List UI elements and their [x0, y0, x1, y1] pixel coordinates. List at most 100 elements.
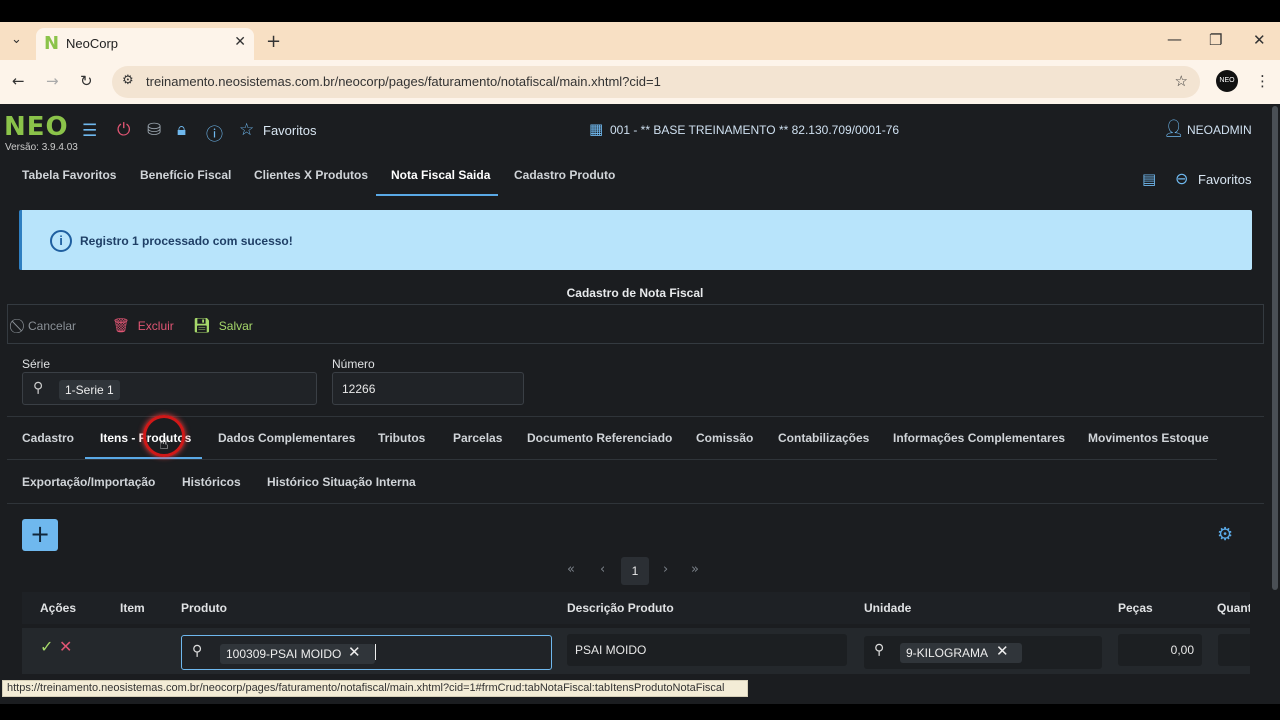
minimize-icon[interactable]: — [1167, 30, 1182, 48]
cancel-label: Cancelar [28, 319, 77, 333]
user-menu[interactable]: NEOADMIN [1187, 123, 1252, 137]
hamburger-menu-icon[interactable]: ☰ [82, 121, 97, 141]
form-tabs-row-divider [7, 459, 1217, 460]
current-page-button[interactable]: 1 [621, 557, 649, 585]
reload-icon[interactable]: ↻ [80, 72, 93, 90]
info-circle-icon: i [50, 230, 72, 252]
favorites-link[interactable]: Favoritos [263, 123, 316, 138]
produto-chip-text: 100309-PSAI MOIDO [226, 647, 342, 661]
neo-logo: NEO [4, 112, 69, 142]
form-tab-cadastro[interactable]: Cadastro [22, 431, 74, 445]
close-window-icon[interactable]: ✕ [1253, 31, 1266, 49]
numero-label: Número [332, 357, 375, 371]
form-tab-historico-situacao-interna[interactable]: Histórico Situação Interna [267, 475, 416, 489]
user-icon[interactable]: 👤︎ [1163, 119, 1185, 139]
page-tab-clientes-x-produtos[interactable]: Clientes X Produtos [254, 168, 368, 182]
info-icon[interactable]: ⓘ [206, 120, 223, 145]
trash-icon: 🗑︎ [112, 318, 130, 334]
remove-produto-icon[interactable]: ✕ [348, 643, 361, 661]
save-label: Salvar [218, 319, 253, 333]
serie-label: Série [22, 357, 51, 371]
form-tab-historicos[interactable]: Históricos [182, 475, 241, 489]
profile-avatar[interactable]: NEO [1216, 70, 1238, 92]
form-tab-documento-referenciado[interactable]: Documento Referenciado [527, 431, 672, 445]
column-header-produto: Produto [181, 601, 227, 615]
close-tab-icon[interactable]: ✕ [234, 33, 246, 50]
database-icon[interactable]: ⛁ [147, 120, 161, 140]
remove-unidade-icon[interactable]: ✕ [996, 642, 1009, 660]
delete-button[interactable]: 🗑︎ Excluir [112, 318, 174, 334]
site-info-icon[interactable]: ⚙ [122, 73, 134, 88]
column-header-item: Item [120, 601, 145, 615]
page-tab-tabela-favoritos[interactable]: Tabela Favoritos [22, 168, 116, 182]
page-tab-beneficio-fiscal[interactable]: Benefício Fiscal [140, 168, 231, 182]
forward-arrow-icon[interactable]: → [46, 72, 59, 90]
numero-field[interactable]: 12266 [332, 372, 524, 405]
cancel-x-icon[interactable]: ✕ [59, 637, 72, 656]
column-header-pecas: Peças [1118, 601, 1153, 615]
page-tab-cadastro-produto[interactable]: Cadastro Produto [514, 168, 615, 182]
next-page-icon[interactable]: › [663, 562, 668, 577]
previous-page-icon[interactable]: ‹ [600, 562, 605, 577]
serie-field[interactable]: ⚲ 1-Serie 1 [22, 372, 317, 405]
form-tab-dados-complementares[interactable]: Dados Complementares [218, 431, 355, 445]
floppy-disk-icon: 💾︎ [193, 318, 211, 334]
building-icon: ▦ [589, 120, 604, 138]
browser-menu-icon[interactable]: ⋮ [1255, 72, 1270, 90]
column-header-unidade: Unidade [864, 601, 912, 615]
form-tab-parcelas[interactable]: Parcelas [453, 431, 502, 445]
produto-input[interactable]: ⚲ 100309-PSAI MOIDO ✕ [181, 635, 552, 670]
search-icon[interactable]: ⚲ [874, 642, 884, 658]
form-tabs-top-divider [7, 416, 1264, 417]
form-title: Cadastro de Nota Fiscal [566, 286, 704, 300]
lock-icon[interactable]: 🔒︎ [177, 120, 186, 140]
browser-tab[interactable]: N NeoCorp ✕ [36, 28, 254, 60]
descricao-produto-input[interactable]: PSAI MOIDO [567, 634, 847, 666]
quantidade-input[interactable] [1218, 634, 1250, 666]
last-page-icon[interactable]: » [691, 562, 699, 577]
favorites-star-icon[interactable]: ☆ [239, 120, 254, 140]
serie-chip: 1-Serie 1 [59, 380, 120, 400]
add-item-button[interactable]: + [22, 519, 58, 551]
page-tab-nota-fiscal-saida[interactable]: Nota Fiscal Saida [391, 168, 490, 182]
minus-circle-icon[interactable]: ⊖ [1175, 169, 1188, 188]
page-scrollbar-thumb[interactable] [1272, 106, 1278, 590]
column-header-descricao-produto: Descrição Produto [567, 601, 674, 615]
power-icon[interactable]: ⏻ [117, 120, 130, 140]
page-favorites-button[interactable]: Favoritos [1198, 172, 1251, 187]
descricao-value: PSAI MOIDO [575, 643, 647, 657]
unidade-input[interactable]: ⚲ 9-KILOGRAMA ✕ [864, 636, 1102, 669]
pecas-input[interactable]: 0,00 [1118, 634, 1202, 666]
confirm-check-icon[interactable]: ✓ [40, 637, 53, 656]
column-header-acoes: Ações [40, 601, 77, 615]
save-button[interactable]: 💾︎ Salvar [193, 318, 253, 334]
tab-title: NeoCorp [66, 36, 119, 51]
back-arrow-icon[interactable]: ← [12, 72, 25, 90]
first-page-icon[interactable]: « [567, 562, 575, 577]
company-selector[interactable]: 001 - ** BASE TREINAMENTO ** 82.130.709/… [610, 123, 899, 137]
form-tab-exportacao-importacao[interactable]: Exportação/Importação [22, 475, 155, 489]
address-bar[interactable]: ⚙ treinamento.neosistemas.com.br/neocorp… [112, 66, 1200, 98]
neo-favicon-icon: N [44, 33, 60, 54]
tab-list-chevron-icon[interactable]: ⌄ [11, 32, 22, 47]
form-tab-tributos[interactable]: Tributos [378, 431, 425, 445]
numero-value: 12266 [342, 382, 376, 396]
address-url: treinamento.neosistemas.com.br/neocorp/p… [146, 74, 661, 89]
search-icon[interactable]: ⚲ [192, 643, 202, 659]
restore-icon[interactable]: ❐ [1209, 31, 1222, 49]
search-icon[interactable]: ⚲ [33, 380, 43, 396]
gear-icon[interactable]: ⚙ [1217, 524, 1233, 545]
bookmark-star-icon[interactable]: ☆ [1175, 72, 1188, 90]
new-tab-icon[interactable]: + [266, 31, 281, 52]
unidade-chip-text: 9-KILOGRAMA [906, 646, 989, 660]
cancel-button[interactable]: ⃠Cancelar [20, 318, 76, 334]
success-message: i Registro 1 processado com sucesso! [19, 210, 1252, 270]
form-tab-informacoes-complementares[interactable]: Informações Complementares [893, 431, 1065, 445]
pecas-value: 0,00 [1170, 643, 1194, 657]
text-caret [375, 644, 376, 660]
form-tab-contabilizacoes[interactable]: Contabilizações [778, 431, 869, 445]
form-tab-movimentos-estoque[interactable]: Movimentos Estoque [1088, 431, 1209, 445]
document-list-icon[interactable]: ▤ [1142, 170, 1156, 188]
form-tab-comissao[interactable]: Comissão [696, 431, 753, 445]
active-page-tab-indicator [376, 194, 498, 196]
